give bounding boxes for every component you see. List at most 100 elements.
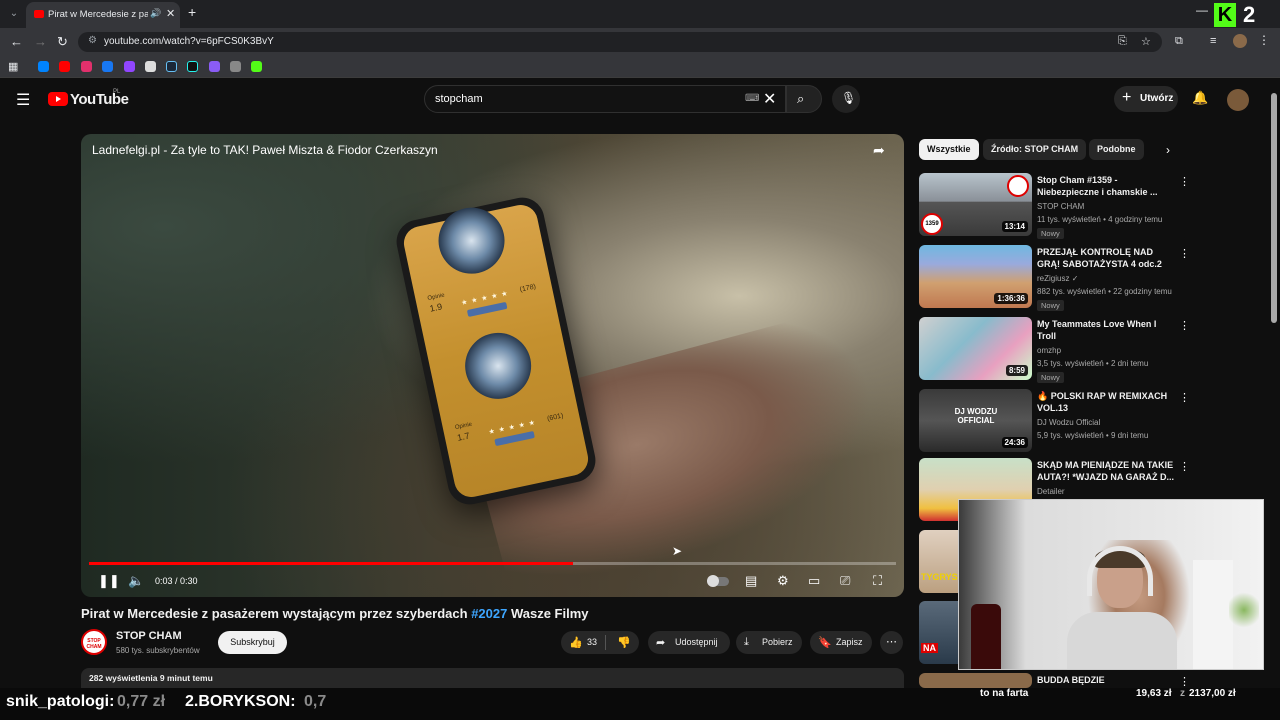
account-avatar[interactable] <box>1227 89 1249 111</box>
like-icon[interactable]: 👍 <box>569 636 583 649</box>
rec-channel[interactable]: omzhp <box>1037 346 1061 355</box>
voice-search-button[interactable]: 🎙 <box>832 85 860 113</box>
youtube-logo-icon[interactable] <box>48 92 68 106</box>
apple-bookmark-icon[interactable] <box>230 61 241 72</box>
theater-mode-icon[interactable]: ▭ <box>808 573 820 589</box>
clear-search-icon[interactable]: ✕ <box>763 89 776 109</box>
chip-all[interactable]: Wszystkie <box>919 139 979 160</box>
settings-gear-icon[interactable]: ⚙ <box>777 573 789 589</box>
subtitles-icon[interactable]: ▤ <box>745 573 757 589</box>
browser-profile-avatar[interactable] <box>1233 34 1247 48</box>
rec-menu-icon[interactable]: ⋮ <box>1179 319 1190 332</box>
instagram-bookmark-icon[interactable] <box>81 61 92 72</box>
share-button[interactable]: ➦ Udostępnij <box>648 631 730 654</box>
save-button[interactable]: 🔖 Zapisz <box>810 631 872 654</box>
rec-title[interactable]: Stop Cham #1359 - Niebezpieczne i chamsk… <box>1037 174 1177 198</box>
rec-menu-icon[interactable]: ⋮ <box>1179 675 1190 688</box>
chip-source[interactable]: Źródło: STOP CHAM <box>983 139 1087 160</box>
progress-bar[interactable] <box>89 562 896 565</box>
forward-icon[interactable]: → <box>34 34 47 49</box>
pause-icon[interactable]: ❚❚ <box>98 573 120 589</box>
recommendation-item[interactable]: BUDDA BĘDZIE DEPORTOWANY ⋮ <box>919 673 1259 697</box>
volume-icon[interactable]: 🔈 <box>128 573 144 589</box>
minimize-icon[interactable]: — <box>1196 3 1208 17</box>
kick-bookmark-icon[interactable] <box>251 61 262 72</box>
recommendation-item[interactable]: 8:59 My Teammates Love When I Troll omzh… <box>919 317 1259 383</box>
cast-icon[interactable]: ⎚ <box>840 573 850 589</box>
browser-tab[interactable]: Pirat w Mercedesie z pasaż 🔊 ✕ <box>26 2 180 28</box>
rec-menu-icon[interactable]: ⋮ <box>1179 460 1190 473</box>
like-count[interactable]: 33 <box>587 637 597 647</box>
thumbnail[interactable]: 1359 13:14 <box>919 173 1032 236</box>
video-hashtag[interactable]: #2027 <box>471 606 507 621</box>
twitch-bookmark-icon[interactable] <box>124 61 135 72</box>
more-actions-icon[interactable]: ⋯ <box>880 631 903 654</box>
back-icon[interactable]: ← <box>10 34 23 49</box>
reload-icon[interactable]: ↻ <box>57 34 68 50</box>
channel-avatar[interactable]: STOP CHAM <box>81 629 107 655</box>
rec-menu-icon[interactable]: ⋮ <box>1179 247 1190 260</box>
messenger-bookmark-icon[interactable] <box>38 61 49 72</box>
purple-bookmark-icon[interactable] <box>209 61 220 72</box>
rec-channel[interactable]: DJ Wodzu Official <box>1037 418 1100 427</box>
rec-meta: 882 tys. wyświetleń • 22 godziny temu <box>1037 287 1172 296</box>
thumbnail[interactable]: 8:59 <box>919 317 1032 380</box>
audio-playing-icon[interactable]: 🔊 <box>150 8 161 19</box>
download-button[interactable]: ⤓ Pobierz <box>736 631 802 654</box>
wheel-image <box>432 201 511 280</box>
rec-menu-icon[interactable]: ⋮ <box>1179 391 1190 404</box>
recommendation-item[interactable]: DJ WODZU OFFICIAL 24:36 🔥 POLSKI RAP W R… <box>919 389 1259 453</box>
bookmark-star-icon[interactable]: ☆ <box>1141 35 1151 48</box>
reading-list-icon[interactable]: ≡ <box>1210 35 1216 47</box>
keyboard-icon[interactable]: ⌨ <box>745 93 759 104</box>
chip-related[interactable]: Podobne <box>1089 139 1144 160</box>
scrollbar-thumb[interactable] <box>1271 93 1277 323</box>
autoplay-toggle[interactable] <box>707 575 729 587</box>
new-tab-icon[interactable]: + <box>188 4 196 20</box>
channel-name[interactable]: STOP CHAM <box>116 630 182 642</box>
rec-title[interactable]: 🔥 POLSKI RAP W REMIXACH VOL.13 <box>1037 390 1177 414</box>
thumbnail[interactable] <box>919 673 1032 688</box>
tipply-bookmark-icon[interactable] <box>145 61 156 72</box>
recommendation-item[interactable]: 1:36:36 PRZEJĄŁ KONTROLĘ NAD GRĄ! SABOTA… <box>919 245 1259 311</box>
video-player[interactable]: Opinie 1.9 ★ ★ ★ ★ ★ (178) Opinie 1.7 ★ … <box>81 134 904 597</box>
page-scrollbar[interactable] <box>1268 81 1280 688</box>
tiktok-bookmark-icon[interactable] <box>187 61 198 72</box>
fullscreen-icon[interactable]: ⛶ <box>873 573 882 589</box>
rec-title[interactable]: SKĄD MA PIENIĄDZE NA TAKIE AUTA?! *WJAZD… <box>1037 459 1177 483</box>
extensions-icon[interactable]: ⧉ <box>1175 35 1183 48</box>
search-button[interactable]: ⌕ <box>786 85 822 113</box>
site-info-icon[interactable]: ⚙ <box>88 35 97 46</box>
tab-close-icon[interactable]: ✕ <box>166 7 175 20</box>
rec-channel[interactable]: STOP CHAM <box>1037 202 1084 211</box>
url-field[interactable]: ⚙ youtube.com/watch?v=6pFCS0K3BvY ⎘ ☆ <box>78 32 1162 52</box>
thumbnail[interactable]: DJ WODZU OFFICIAL 24:36 <box>919 389 1032 452</box>
description-box[interactable]: 282 wyświetlenia 9 minut temu <box>81 668 904 688</box>
rec-channel[interactable]: reZigiusz ✓ <box>1037 274 1078 283</box>
create-button[interactable]: + Utwórz <box>1114 86 1178 112</box>
apps-grid-icon[interactable]: ▦ <box>8 60 18 73</box>
search-input-value[interactable]: stopcham <box>435 93 483 105</box>
tab-search-icon[interactable]: ⌄ <box>6 6 22 22</box>
chevron-right-icon[interactable]: › <box>1166 143 1170 157</box>
browser-menu-icon[interactable]: ⋮ <box>1258 33 1270 47</box>
search-input[interactable]: stopcham ⌨ ✕ <box>424 85 786 113</box>
notifications-bell-icon[interactable]: 🔔 <box>1192 90 1208 106</box>
install-app-icon[interactable]: ⎘ <box>1118 35 1127 48</box>
rec-title[interactable]: PRZEJĄŁ KONTROLĘ NAD GRĄ! SABOTAŻYSTA 4 … <box>1037 246 1177 270</box>
thumbnail[interactable]: 1:36:36 <box>919 245 1032 308</box>
youtube-bookmark-icon[interactable] <box>59 61 70 72</box>
steam-bookmark-icon[interactable] <box>166 61 177 72</box>
player-overlay-title[interactable]: Ladnefelgi.pl - Za tyle to TAK! Paweł Mi… <box>92 143 438 157</box>
facebook-bookmark-icon[interactable] <box>102 61 113 72</box>
rec-menu-icon[interactable]: ⋮ <box>1179 175 1190 188</box>
subscribe-button[interactable]: Subskrybuj <box>218 631 287 654</box>
share-arrow-icon[interactable]: ➦ <box>873 142 885 159</box>
rec-channel[interactable]: Detailer <box>1037 487 1065 496</box>
menu-hamburger-icon[interactable]: ☰ <box>16 90 30 110</box>
recommendation-item[interactable]: 1359 13:14 Stop Cham #1359 - Niebezpiecz… <box>919 173 1259 239</box>
goal-target: 2137,00 zł <box>1189 688 1236 699</box>
dislike-icon[interactable]: 👎 <box>617 636 631 649</box>
donor-1-amount: 0,77 zł <box>117 693 166 710</box>
rec-title[interactable]: My Teammates Love When I Troll <box>1037 318 1177 342</box>
